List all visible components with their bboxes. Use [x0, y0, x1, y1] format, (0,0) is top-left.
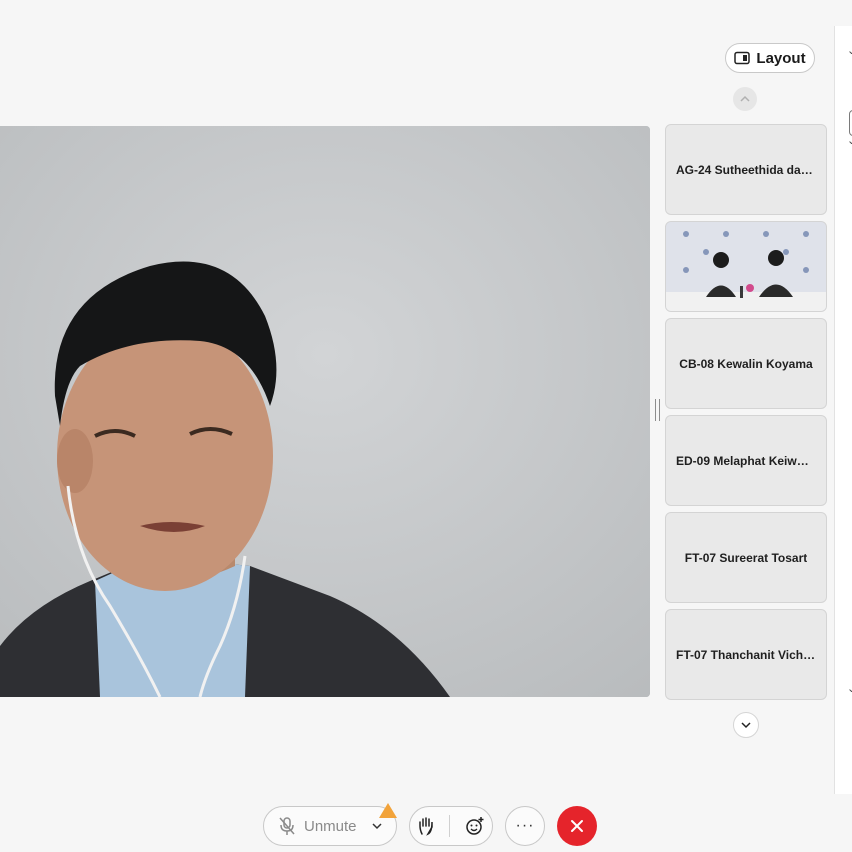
emoji-reaction-icon[interactable] — [465, 816, 485, 836]
unmute-button[interactable]: Unmute — [263, 806, 397, 846]
panel-splitter[interactable] — [655, 399, 660, 421]
reactions-group — [409, 806, 493, 846]
layout-label: Layout — [756, 49, 806, 67]
participant-tile[interactable]: AG-24 Sutheethida dam... — [665, 124, 827, 215]
raise-hand-icon[interactable] — [417, 816, 435, 836]
participant-video-image — [666, 222, 826, 311]
participant-video-tile[interactable] — [665, 221, 827, 312]
chevron-down-icon[interactable]: ⌄ — [847, 44, 852, 57]
participant-tile[interactable]: FT-07 Sureerat Tosart — [665, 512, 827, 603]
scroll-up-button[interactable] — [733, 87, 757, 111]
chevron-up-icon — [740, 95, 750, 102]
call-toolbar: Unmute ··· — [0, 803, 852, 846]
close-icon — [571, 820, 583, 832]
chevron-down-icon — [741, 722, 751, 729]
end-call-button[interactable] — [557, 806, 597, 846]
warning-icon — [379, 803, 397, 818]
side-panel: ⌄ ⌄ ⌄ — [834, 26, 852, 794]
divider — [449, 815, 451, 837]
more-label: ··· — [515, 817, 535, 834]
participant-tile[interactable]: FT-07 Thanchanit Vichu... — [665, 609, 827, 700]
unmute-label: Unmute — [304, 817, 357, 835]
main-video[interactable] — [0, 126, 650, 697]
speaker-video-image — [0, 126, 650, 697]
participant-list: AG-24 Sutheethida dam... CB-08 Kewalin K… — [665, 124, 827, 706]
chevron-down-icon[interactable]: ⌄ — [847, 134, 852, 147]
scroll-down-button[interactable] — [733, 712, 759, 738]
chevron-down-icon[interactable]: ⌄ — [847, 682, 852, 695]
participant-tile[interactable]: ED-09 Melaphat Keiwde... — [665, 415, 827, 506]
mic-muted-icon — [279, 817, 295, 835]
more-options-button[interactable]: ··· — [505, 806, 545, 846]
layout-button[interactable]: Layout — [725, 43, 815, 73]
participant-tile[interactable]: CB-08 Kewalin Koyama — [665, 318, 827, 409]
participant-name: AG-24 Sutheethida dam... — [676, 162, 816, 177]
participant-name: CB-08 Kewalin Koyama — [679, 356, 813, 371]
participant-name: FT-07 Thanchanit Vichu... — [676, 647, 816, 662]
participant-name: ED-09 Melaphat Keiwde... — [676, 453, 816, 468]
participant-name: FT-07 Sureerat Tosart — [684, 550, 808, 565]
chevron-down-icon[interactable] — [371, 822, 383, 830]
layout-icon — [734, 51, 751, 65]
